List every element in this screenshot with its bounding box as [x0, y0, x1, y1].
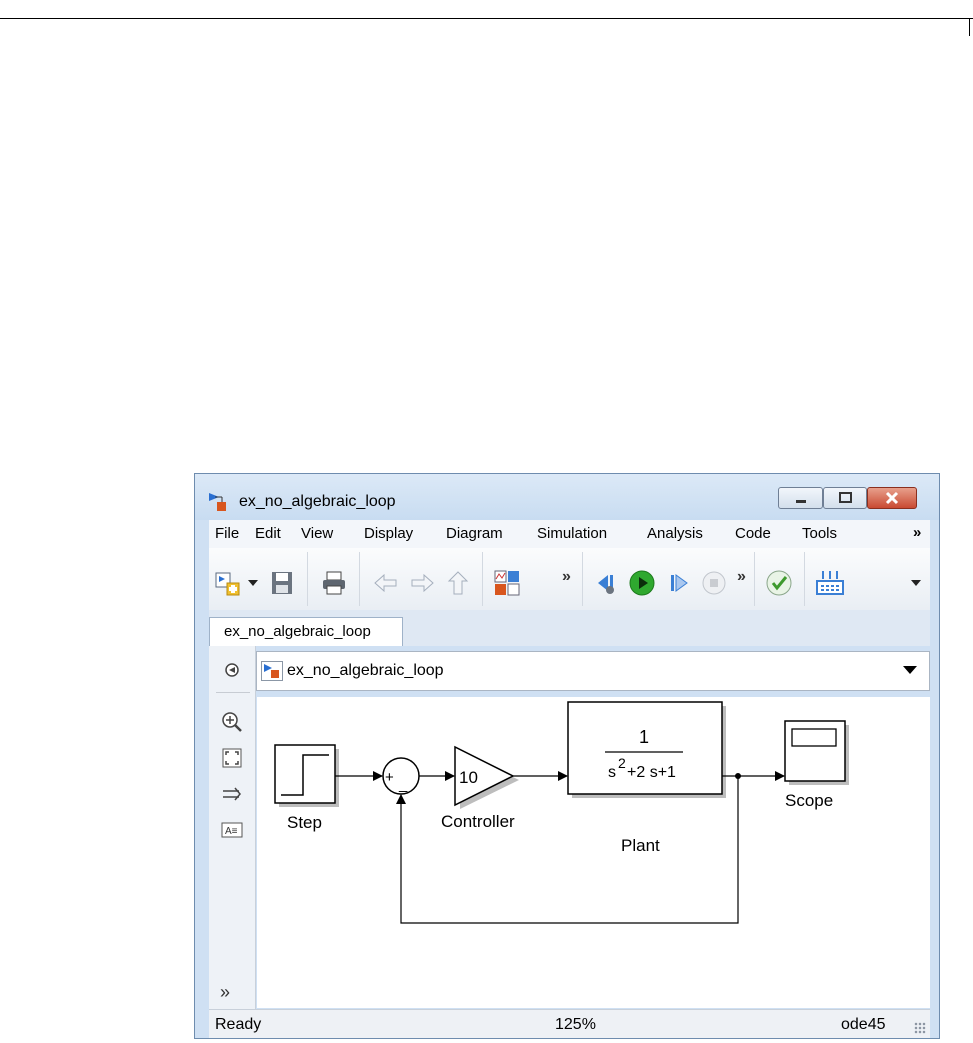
- fit-to-view-icon[interactable]: [220, 746, 244, 770]
- model-advisor-icon[interactable]: [766, 570, 792, 596]
- plant-denominator-s: s: [608, 764, 616, 781]
- page-top-rule-tick: [969, 18, 970, 36]
- build-dropdown-arrow-icon[interactable]: [909, 570, 923, 596]
- stop-icon[interactable]: [701, 570, 727, 596]
- simulink-model-icon: [261, 661, 283, 681]
- address-dropdown-icon[interactable]: [903, 666, 917, 674]
- minimize-icon: [796, 500, 806, 503]
- menu-tools[interactable]: Tools: [802, 525, 837, 542]
- menu-analysis[interactable]: Analysis: [647, 525, 703, 542]
- scope-label: Scope: [785, 791, 833, 810]
- status-bar: Ready 125% ode45: [209, 1009, 930, 1038]
- minimize-button[interactable]: [778, 487, 823, 509]
- save-icon[interactable]: [269, 570, 295, 596]
- step-label: Step: [287, 813, 322, 832]
- palette-panel: A≡ »: [209, 646, 256, 1009]
- menu-code[interactable]: Code: [735, 525, 771, 542]
- signal-lines: [335, 771, 785, 924]
- controller-gain-value: 10: [459, 768, 478, 787]
- simulink-model-icon: [209, 493, 226, 511]
- menu-simulation[interactable]: Simulation: [537, 525, 607, 542]
- title-bar[interactable]: ex_no_algebraic_loop: [195, 474, 939, 520]
- toolbar-separator: [359, 552, 360, 606]
- back-arrow-icon[interactable]: [373, 570, 399, 596]
- simulink-window: ex_no_algebraic_loop File Edit View Disp…: [194, 473, 940, 1039]
- close-button[interactable]: [867, 487, 917, 509]
- toolbar-overflow-button[interactable]: »: [562, 568, 571, 586]
- new-model-icon[interactable]: [215, 570, 241, 596]
- branch-point: [735, 773, 741, 779]
- toolbar-overflow-button-2[interactable]: »: [737, 568, 746, 586]
- maximize-icon: [839, 492, 852, 503]
- toolbar-separator: [804, 552, 805, 606]
- library-browser-icon[interactable]: [494, 570, 520, 596]
- page-top-rule: [0, 18, 973, 19]
- signal-arrows-icon[interactable]: [220, 782, 244, 806]
- zoom-icon[interactable]: [220, 710, 244, 734]
- status-zoom: 125%: [555, 1016, 596, 1033]
- menu-view[interactable]: View: [301, 525, 333, 542]
- toolbar-separator: [754, 552, 755, 606]
- forward-arrow-icon[interactable]: [409, 570, 435, 596]
- plant-numerator: 1: [639, 727, 649, 747]
- palette-divider: [216, 692, 250, 693]
- up-arrow-icon[interactable]: [445, 570, 471, 596]
- menu-bar: File Edit View Display Diagram Simulatio…: [209, 520, 930, 548]
- plant-denominator-rest: +2 s+1: [627, 764, 676, 781]
- model-browser-address-bar[interactable]: ex_no_algebraic_loop: [256, 651, 930, 691]
- tab-label: ex_no_algebraic_loop: [224, 623, 371, 640]
- controller-label: Controller: [441, 812, 515, 831]
- block-diagram: Step + _ 10 Controller 1 s 2 +2 s+1 Plan…: [274, 701, 849, 924]
- dropdown-arrow-icon[interactable]: [246, 570, 260, 596]
- svg-text:A≡: A≡: [225, 826, 238, 837]
- window-title: ex_no_algebraic_loop: [239, 493, 396, 510]
- print-icon[interactable]: [321, 570, 347, 596]
- palette-expand-icon[interactable]: »: [220, 982, 230, 1003]
- plant-label: Plant: [621, 836, 660, 855]
- hide-browser-icon[interactable]: [220, 658, 244, 682]
- menu-edit[interactable]: Edit: [255, 525, 281, 542]
- status-solver[interactable]: ode45: [841, 1016, 886, 1034]
- step-block[interactable]: [274, 744, 339, 807]
- menu-display[interactable]: Display: [364, 525, 413, 542]
- sum-plus-sign: +: [385, 769, 394, 786]
- toolbar-separator: [582, 552, 583, 606]
- build-icon[interactable]: [815, 570, 845, 596]
- toolbar-separator: [307, 552, 308, 606]
- step-back-icon[interactable]: [594, 570, 620, 596]
- tab-strip: ex_no_algebraic_loop: [209, 610, 930, 646]
- toolbar-separator: [482, 552, 483, 606]
- status-state: Ready: [215, 1016, 262, 1033]
- tab-ex-no-algebraic-loop[interactable]: ex_no_algebraic_loop: [209, 617, 403, 646]
- plant-denominator-exponent: 2: [618, 755, 626, 771]
- menu-file[interactable]: File: [215, 525, 239, 542]
- toolbar: » »: [209, 548, 930, 610]
- run-icon[interactable]: [629, 570, 655, 596]
- address-path: ex_no_algebraic_loop: [287, 662, 444, 679]
- plant-transfer-function-block[interactable]: [567, 701, 726, 798]
- resize-grip-icon[interactable]: [914, 1022, 926, 1034]
- model-canvas[interactable]: Step + _ 10 Controller 1 s 2 +2 s+1 Plan…: [257, 697, 930, 1008]
- annotation-icon[interactable]: A≡: [220, 818, 244, 842]
- menu-diagram[interactable]: Diagram: [446, 525, 503, 542]
- menu-overflow-button[interactable]: »: [913, 524, 921, 541]
- maximize-button[interactable]: [823, 487, 867, 509]
- sum-minus-sign: _: [398, 776, 408, 793]
- scope-block[interactable]: [784, 720, 849, 785]
- step-forward-icon[interactable]: [665, 570, 691, 596]
- close-icon: [885, 491, 899, 505]
